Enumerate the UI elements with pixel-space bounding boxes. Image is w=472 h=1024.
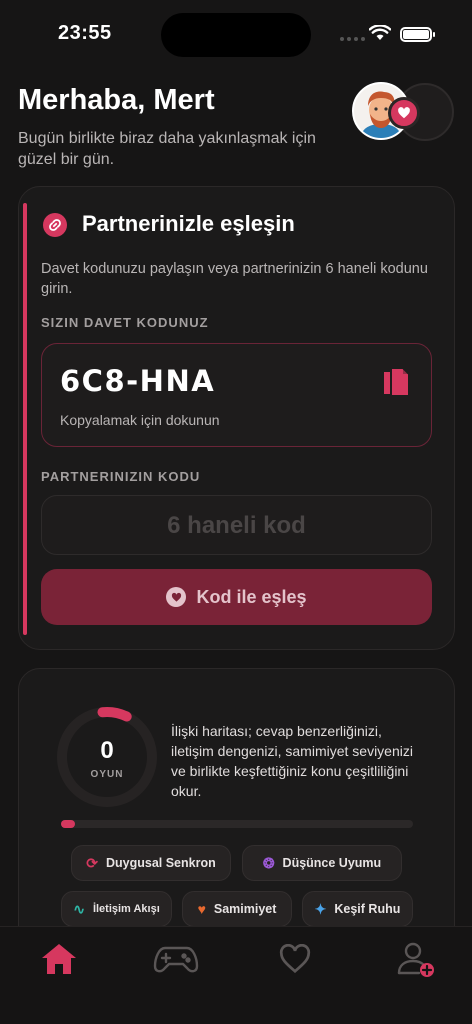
chip-discovery-spirit[interactable]: ✦ Keşif Ruhu — [302, 891, 413, 927]
progress-fill — [61, 820, 76, 828]
match-button-label: Kod ile eşleş — [196, 586, 307, 607]
link-icon — [43, 213, 67, 237]
sync-icon: ⟳ — [86, 855, 98, 871]
tab-games[interactable] — [152, 941, 200, 977]
game-count-label: OYUN — [90, 769, 124, 780]
game-count: 0 — [100, 737, 114, 764]
chip-communication-flow[interactable]: ∿ İletişim Akışı — [61, 891, 172, 927]
card-accent-bar — [23, 203, 27, 635]
partner-code-input[interactable]: 6 haneli kod — [41, 495, 432, 555]
match-button[interactable]: Kod ile eşleş — [41, 569, 432, 625]
battery-icon — [400, 27, 435, 42]
couple-avatars[interactable] — [352, 82, 458, 142]
copy-hint: Kopyalamak için dokunun — [60, 412, 220, 428]
couple-heart-badge — [388, 97, 420, 129]
sparkle-icon: ✦ — [314, 901, 327, 917]
chip-emotional-sync[interactable]: ⟳ Duygusal Senkron — [71, 845, 231, 881]
status-bar: 23:55 — [0, 0, 472, 70]
heart-icon: ♥ — [197, 901, 206, 917]
tab-bar — [0, 926, 472, 1024]
pair-card: Partnerinizle eşleşin Davet kodunuzu pay… — [18, 186, 455, 650]
partner-code-label: PARTNERINIZIN KODU — [41, 469, 201, 484]
tab-relationship[interactable] — [271, 941, 319, 977]
pulse-icon: ∿ — [73, 901, 85, 917]
chip-thought-harmony[interactable]: ❂ Düşünce Uyumu — [242, 845, 402, 881]
heart-icon — [166, 587, 187, 607]
heart-icon — [398, 107, 410, 119]
cellular-signal-icon — [340, 37, 365, 41]
chip-intimacy[interactable]: ♥ Samimiyet — [182, 891, 292, 927]
invite-code: 6C8-HNA — [60, 364, 216, 398]
heart-icon — [279, 944, 311, 974]
progress-bar — [61, 820, 413, 828]
invite-code-box[interactable]: 6C8-HNA Kopyalamak için dokunun — [41, 343, 432, 447]
pair-card-description: Davet kodunuzu paylaşın veya partneriniz… — [41, 261, 428, 297]
your-code-label: SIZIN DAVET KODUNUZ — [41, 315, 209, 330]
dynamic-island — [161, 13, 311, 57]
tab-profile[interactable] — [392, 941, 440, 977]
wifi-icon — [369, 25, 391, 40]
copy-icon[interactable] — [381, 366, 411, 400]
greeting-subtitle: Bugün birlikte biraz daha yakınlaşmak iç… — [18, 130, 316, 168]
relationship-map-description: İlişki haritası; cevap benzerliğinizi, i… — [171, 723, 413, 799]
greeting-title: Merhaba, Mert — [18, 84, 215, 116]
add-user-icon — [397, 942, 434, 977]
gamepad-icon — [153, 946, 199, 973]
status-time: 23:55 — [58, 22, 112, 44]
home-icon — [42, 944, 76, 974]
brain-icon: ❂ — [262, 855, 275, 871]
pair-card-title: Partnerinizle eşleşin — [82, 211, 295, 236]
tab-home[interactable] — [35, 941, 83, 977]
